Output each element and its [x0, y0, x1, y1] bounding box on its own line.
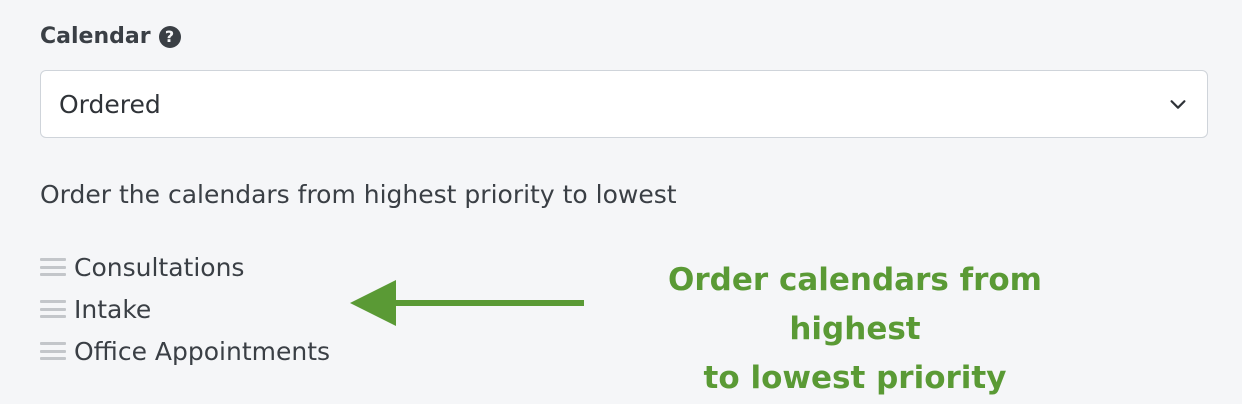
calendar-select-value: Ordered [59, 89, 161, 119]
calendar-field-label: Calendar ? [40, 24, 181, 49]
annotation-callout: Order calendars from highest to lowest p… [600, 256, 1110, 403]
annotation-line-1: Order calendars from highest [668, 262, 1042, 347]
drag-handle-icon[interactable] [40, 256, 66, 278]
chevron-down-icon [1170, 100, 1186, 109]
calendar-select[interactable]: Ordered [40, 70, 1208, 138]
ordering-instructions: Order the calendars from highest priorit… [40, 180, 677, 209]
calendar-item-label: Consultations [74, 252, 245, 282]
calendar-item-label: Intake [74, 294, 152, 324]
help-icon[interactable]: ? [158, 25, 181, 48]
drag-handle-icon[interactable] [40, 298, 66, 320]
calendar-label-text: Calendar [40, 24, 151, 49]
annotation-line-2: to lowest priority [703, 360, 1007, 396]
calendar-list-item[interactable]: Consultations [40, 246, 330, 288]
calendar-order-list: Consultations Intake Office Appointments [40, 246, 330, 372]
calendar-list-item[interactable]: Office Appointments [40, 330, 330, 372]
calendar-item-label: Office Appointments [74, 336, 331, 366]
annotation-arrow-icon [350, 280, 584, 326]
drag-handle-icon[interactable] [40, 340, 66, 362]
calendar-list-item[interactable]: Intake [40, 288, 330, 330]
